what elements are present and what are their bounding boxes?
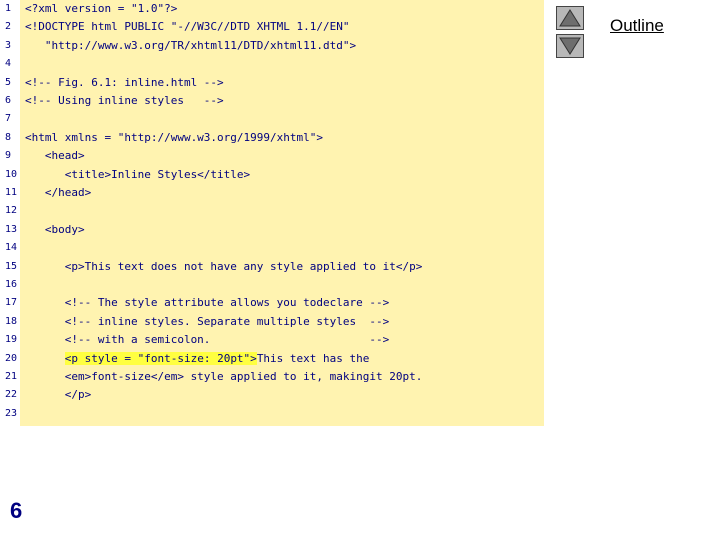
code-text: <!-- inline styles. Separate multiple st… <box>25 314 390 328</box>
line-number: 22 <box>5 389 18 401</box>
code-text: <?xml version = "1.0"?> <box>25 2 178 15</box>
outline-link[interactable]: Outline <box>610 16 664 36</box>
code-line: 16 <box>0 276 544 294</box>
line-number: 16 <box>5 279 18 290</box>
line-number: 6 <box>5 95 12 106</box>
line-number: 5 <box>5 76 12 88</box>
code-text: <p style = "font-size: 20pt">This text h… <box>25 350 369 368</box>
code-line: 7 <box>0 110 544 128</box>
code-line: 13 <body> <box>0 221 544 239</box>
code-line: 23 <box>0 405 544 423</box>
triangle-up-icon <box>559 9 581 27</box>
line-number: 12 <box>5 205 18 217</box>
line-number: 19 <box>5 334 18 346</box>
code-line: 17 <!-- The style attribute allows you t… <box>0 294 544 312</box>
line-number: 1 <box>5 3 12 14</box>
code-line: 15 <p>This text does not have any style … <box>0 258 544 276</box>
code-line: 18 <!-- inline styles. Separate multiple… <box>0 313 544 331</box>
triangle-down-icon <box>559 37 581 55</box>
code-line: 20 <p style = "font-size: 20pt">This tex… <box>0 350 544 368</box>
code-listing-panel: 1 <?xml version = "1.0"?> 2 <!DOCTYPE html … <box>0 0 544 426</box>
line-number: 3 <box>5 39 12 51</box>
code-line: 14 <box>0 239 544 257</box>
line-number: 13 <box>5 223 18 235</box>
line-number: 23 <box>5 407 18 419</box>
code-line: 6 <!-- Using inline styles --> <box>0 92 544 110</box>
line-number: 14 <box>5 242 18 254</box>
code-line: 21 <em>font-size</em> style applied to i… <box>0 368 544 386</box>
code-line: 22 </p> <box>0 386 544 404</box>
code-text: <title>Inline Styles</title> <box>25 167 251 181</box>
code-text: <!-- Using inline styles --> <box>25 94 224 107</box>
code-line: 11 </head> <box>0 184 544 202</box>
code-line: 8 <html xmlns = "http://www.w3.org/1999/x… <box>0 129 544 147</box>
code-text: <!-- with a semicolon. --> <box>25 333 390 347</box>
line-number: 8 <box>5 131 12 143</box>
code-line: 19 <!-- with a semicolon. --> <box>0 331 544 349</box>
line-number: 7 <box>5 113 12 125</box>
line-number: 21 <box>5 371 18 382</box>
line-number: 11 <box>5 187 18 198</box>
code-text: <!DOCTYPE html PUBLIC "-//W3C//DTD XHTML… <box>25 20 350 34</box>
line-number: 17 <box>5 297 18 309</box>
line-number: 10 <box>5 168 18 180</box>
code-text: <p>This text does not have any style app… <box>25 259 423 273</box>
next-slide-button[interactable] <box>556 34 584 58</box>
line-number: 9 <box>5 150 12 162</box>
slide-number: 6 <box>10 498 23 523</box>
line-number: 18 <box>5 315 18 327</box>
line-number: 4 <box>5 58 12 70</box>
line-number: 15 <box>5 260 18 272</box>
line-number: 20 <box>5 352 18 364</box>
code-text: <html xmlns = "http://www.w3.org/1999/xh… <box>25 130 324 144</box>
code-line: 5 <!-- Fig. 6.1: inline.html --> <box>0 74 544 92</box>
code-line: 9 <head> <box>0 147 544 165</box>
code-line: 2 <!DOCTYPE html PUBLIC "-//W3C//DTD XHTM… <box>0 18 544 36</box>
code-text: <head> <box>25 149 85 163</box>
code-line: 10 <title>Inline Styles</title> <box>0 166 544 184</box>
code-line: 1 <?xml version = "1.0"?> <box>0 0 544 18</box>
code-text: </head> <box>25 186 92 199</box>
code-text: </p> <box>25 388 92 402</box>
code-text: <em>font-size</em> style applied to it, … <box>25 370 423 383</box>
line-number: 2 <box>5 21 12 33</box>
code-text-rest: This text has the <box>256 351 370 365</box>
code-text: <!-- Fig. 6.1: inline.html --> <box>25 75 224 89</box>
code-line: 3 "http://www.w3.org/TR/xhtml11/DTD/xhtm… <box>0 37 544 55</box>
code-text: "http://www.w3.org/TR/xhtml11/DTD/xhtml1… <box>25 38 357 52</box>
highlighted-code: <p style = "font-size: 20pt"> <box>64 351 257 365</box>
code-text: <!-- The style attribute allows you tode… <box>25 296 390 310</box>
code-line: 4 <box>0 55 544 73</box>
code-line: 12 <box>0 202 544 220</box>
code-text: <body> <box>25 222 85 236</box>
previous-slide-button[interactable] <box>556 6 584 30</box>
